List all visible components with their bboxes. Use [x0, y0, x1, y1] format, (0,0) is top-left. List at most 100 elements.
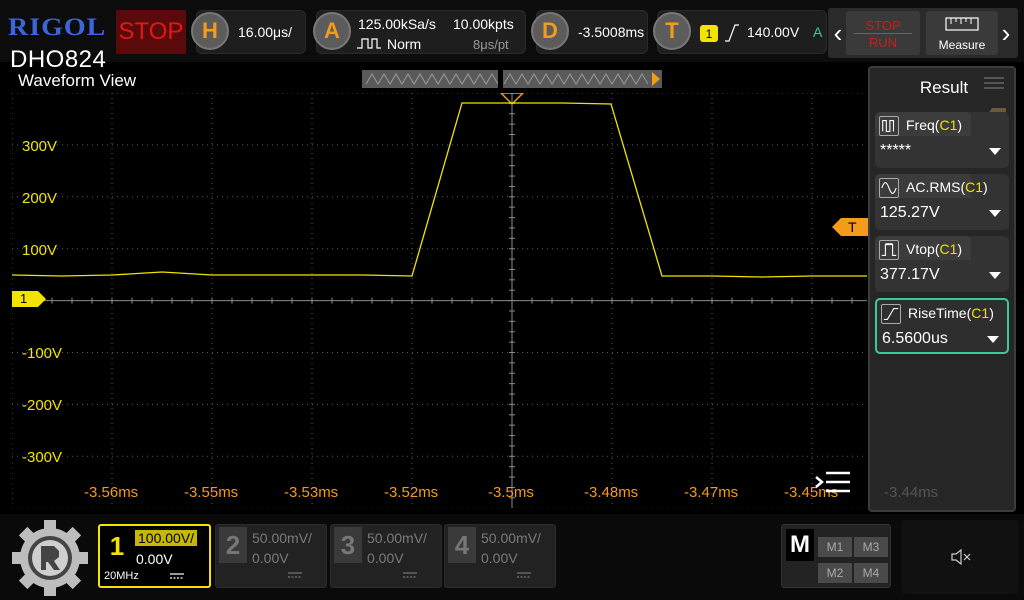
- stop-run-button[interactable]: STOP RUN: [846, 11, 920, 55]
- math-label: M: [786, 529, 814, 561]
- x-axis-label: -3.56ms: [84, 484, 139, 501]
- acquire-mode: Norm: [387, 36, 422, 52]
- trigger-marker-label: T: [848, 219, 857, 235]
- memory-depth: 10.00kpts: [453, 16, 514, 32]
- y-axis-label: -200V: [22, 397, 63, 414]
- channel-offset: 0.00V: [367, 550, 404, 566]
- mute-icon: [951, 549, 971, 565]
- trigger-sweep: A: [813, 24, 823, 40]
- result-value: 125.27V: [880, 204, 940, 221]
- channel-marker-label: 1: [20, 291, 28, 306]
- model-name: DHO824: [10, 46, 107, 73]
- memory-overview-waveform: [365, 70, 660, 88]
- x-axis-label: -3.53ms: [284, 484, 339, 501]
- x-axis-label: -3.5ms: [488, 484, 534, 501]
- sound-box[interactable]: [902, 520, 1018, 594]
- y-axis-label: 200V: [22, 190, 58, 207]
- horizontal-key[interactable]: H: [191, 12, 229, 50]
- channel-1-offset-marker[interactable]: 1: [12, 291, 46, 307]
- chevron-down-icon[interactable]: [989, 148, 1001, 155]
- x-axis-label: -3.55ms: [184, 484, 239, 501]
- bottom-bar: 1 100.00V/ 0.00V 20MHz 2 50.00mV/ 0.00V …: [0, 514, 1024, 600]
- channel-2-box[interactable]: 2 50.00mV/ 0.00V: [215, 524, 327, 588]
- delay-value: -3.5008ms: [578, 24, 645, 40]
- result-panel: Result T Freq(C1) ***** AC.RMS(C1) 125.2…: [868, 66, 1016, 512]
- measure-result-vtop[interactable]: Vtop(C1) 377.17V: [875, 236, 1009, 292]
- y-axis-label: 100V: [22, 242, 58, 259]
- dc-coupling-icon: [403, 572, 417, 578]
- quick-controls: ‹ STOP RUN Measure ›: [828, 8, 1018, 58]
- sine-wave-icon: [879, 178, 899, 198]
- channel-number: 2: [219, 527, 247, 563]
- chevron-down-icon[interactable]: [989, 210, 1001, 217]
- measure-result-risetime[interactable]: RiseTime(C1) 6.5600us: [875, 298, 1009, 354]
- channel-offset: 0.00V: [481, 550, 518, 566]
- channel-4-box[interactable]: 4 50.00mV/ 0.00V: [444, 524, 556, 588]
- channel-number: 1: [109, 530, 125, 561]
- channel-offset: 0.00V: [252, 550, 289, 566]
- math-m3-button[interactable]: M3: [854, 537, 888, 557]
- chevron-down-icon[interactable]: [989, 272, 1001, 279]
- channel-scale: 50.00mV/: [367, 530, 427, 546]
- math-box[interactable]: M M1 M3 M2 M4: [781, 524, 891, 588]
- measure-button[interactable]: Measure: [926, 11, 998, 55]
- math-m1-button[interactable]: M1: [818, 537, 852, 557]
- result-name: Vtop(C1): [906, 241, 963, 257]
- math-m2-button[interactable]: M2: [818, 563, 852, 583]
- brand-name: RIGOL: [8, 13, 107, 42]
- channel-number: 4: [448, 527, 476, 563]
- menu-icon[interactable]: [814, 469, 852, 499]
- y-axis-label: -300V: [22, 449, 63, 466]
- result-value: 377.17V: [880, 266, 940, 283]
- channel-1-trace: [12, 102, 867, 278]
- ruler-icon: [945, 17, 979, 31]
- rising-slope-icon: [725, 24, 739, 42]
- math-m4-button[interactable]: M4: [854, 563, 888, 583]
- home-gear-icon[interactable]: [10, 520, 90, 596]
- waveform-view-title: Waveform View: [18, 71, 137, 90]
- channel-1-box[interactable]: 1 100.00V/ 0.00V 20MHz: [98, 524, 211, 588]
- run-state-indicator[interactable]: STOP: [116, 10, 186, 54]
- x-axis-label: -3.47ms: [684, 484, 739, 501]
- trigger-key[interactable]: T: [653, 12, 691, 50]
- dc-coupling-icon: [517, 572, 531, 578]
- channel-offset: 0.00V: [136, 551, 173, 567]
- channel-number: 3: [334, 527, 362, 563]
- chevron-down-icon[interactable]: [987, 336, 999, 343]
- marker-shape: [12, 291, 46, 307]
- measure-result-acrms[interactable]: AC.RMS(C1) 125.27V: [875, 174, 1009, 230]
- acquire-mode-icon: [357, 38, 381, 49]
- list-icon[interactable]: [984, 76, 1004, 90]
- grid-lines: [12, 93, 867, 508]
- trigger-level-marker[interactable]: T: [832, 218, 868, 236]
- x-axis-label: -3.52ms: [384, 484, 439, 501]
- dc-coupling-icon: [288, 572, 302, 578]
- rising-edge-icon: [881, 304, 901, 324]
- run-label: RUN: [868, 35, 898, 50]
- waveform-grid[interactable]: [12, 93, 867, 508]
- delay-key[interactable]: D: [531, 12, 569, 50]
- x-axis-label: -3.44ms: [884, 484, 939, 501]
- frequency-icon: [879, 116, 899, 136]
- top-bar: RIGOL DHO824 STOP 16.00μs/ H 125.00kSa/s…: [0, 0, 1024, 73]
- brand-logo: RIGOL DHO824: [8, 13, 112, 73]
- y-axis-label: -100V: [22, 345, 63, 362]
- measure-result-freq[interactable]: Freq(C1) *****: [875, 112, 1009, 168]
- channel-scale: 50.00mV/: [481, 530, 541, 546]
- gear-icon: [12, 520, 88, 596]
- bandwidth-limit: 20MHz: [104, 570, 139, 582]
- timebase-value: 16.00μs/: [238, 24, 292, 40]
- trigger-level: 140.00V: [747, 24, 800, 40]
- result-value: *****: [880, 142, 912, 159]
- channel-3-box[interactable]: 3 50.00mV/ 0.00V: [330, 524, 442, 588]
- pulse-top-icon: [879, 240, 899, 260]
- acquire-key[interactable]: A: [313, 12, 351, 50]
- channel-scale: 100.00V/: [135, 530, 198, 546]
- chevron-left-icon[interactable]: ‹: [830, 16, 846, 50]
- result-value: 6.5600us: [882, 330, 948, 347]
- sample-interval: 8μs/pt: [473, 37, 509, 52]
- menu-glyph: [815, 471, 850, 493]
- divider: [854, 33, 912, 34]
- memory-overview-bar[interactable]: [362, 70, 662, 88]
- chevron-right-icon[interactable]: ›: [998, 16, 1014, 50]
